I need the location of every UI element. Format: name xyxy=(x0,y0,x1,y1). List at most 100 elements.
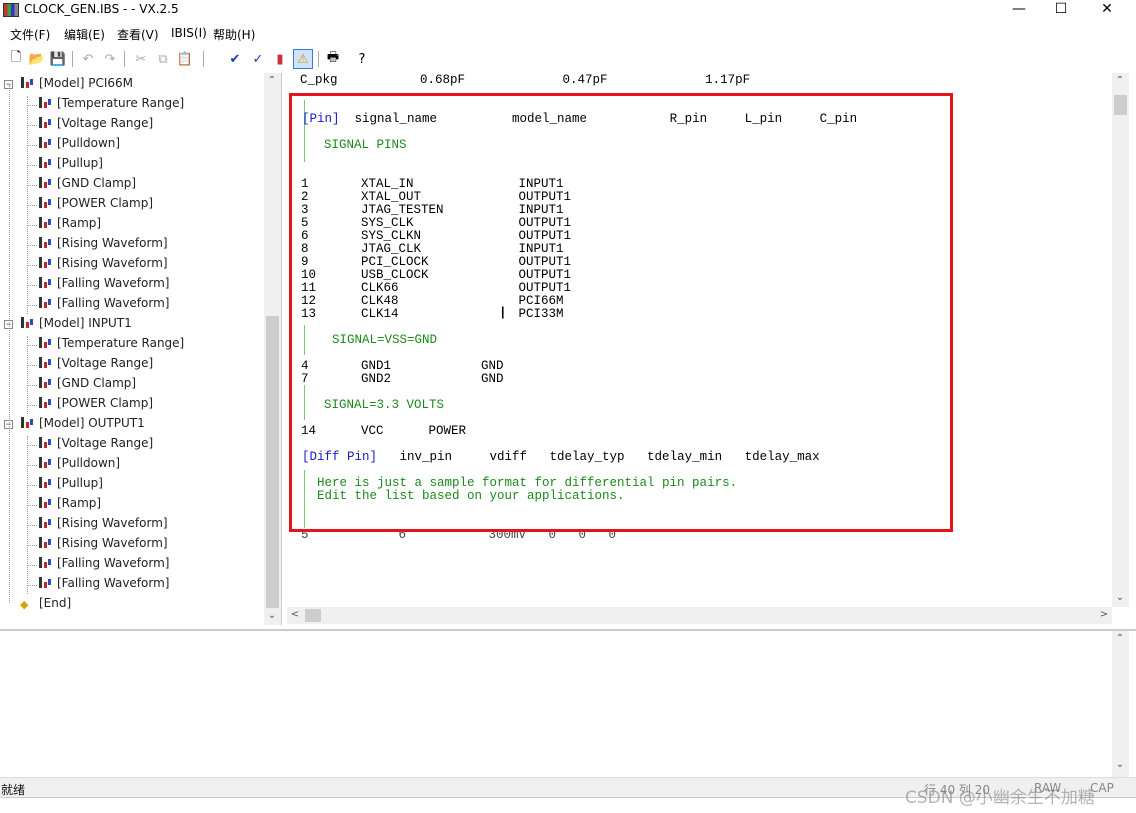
bar-chart-icon xyxy=(38,236,52,248)
scroll-down-icon[interactable]: ⌄ xyxy=(1112,759,1128,770)
tree-keyword-node[interactable]: [GND Clamp] xyxy=(38,376,136,394)
tree-scrollbar[interactable]: ⌃ ⌄ xyxy=(264,73,281,625)
bar-chart-icon xyxy=(38,276,52,288)
bar-chart-icon xyxy=(38,176,52,188)
tree-node-label: [Falling Waveform] xyxy=(57,296,170,310)
tree-keyword-node[interactable]: [Falling Waveform] xyxy=(38,576,169,594)
minimize-button[interactable]: — xyxy=(996,0,1042,22)
tree-keyword-node[interactable]: [Pullup] xyxy=(38,476,103,494)
tree-keyword-node[interactable]: [Pulldown] xyxy=(38,136,120,154)
check-icon[interactable]: ✓ xyxy=(248,49,268,69)
tree-keyword-node[interactable]: [Voltage Range] xyxy=(38,436,153,454)
warning-icon[interactable]: ⚠ xyxy=(293,49,313,69)
bar-chart-icon xyxy=(38,516,52,528)
tree-keyword-node[interactable]: [POWER Clamp] xyxy=(38,396,153,414)
tree-node-label: [Ramp] xyxy=(57,216,102,230)
tree-keyword-node[interactable]: [GND Clamp] xyxy=(38,176,136,194)
tree-node-label: [Falling Waveform] xyxy=(57,276,170,290)
menu-view[interactable]: 查看(V) xyxy=(117,26,159,43)
new-file-icon[interactable]: 🗋 xyxy=(6,49,26,69)
save-icon[interactable]: 💾 xyxy=(48,49,68,69)
tree-node-label: [Rising Waveform] xyxy=(57,236,168,250)
scroll-up-icon[interactable]: ⌃ xyxy=(264,75,280,86)
bar-chart-icon xyxy=(38,496,52,508)
bar-chart-icon xyxy=(38,456,52,468)
menu-help[interactable]: 帮助(H) xyxy=(213,26,255,43)
tree-keyword-node[interactable]: [POWER Clamp] xyxy=(38,196,153,214)
print-icon[interactable]: 🖶 xyxy=(323,49,343,69)
bar-chart-icon xyxy=(38,396,52,408)
output-scrollbar[interactable]: ⌃ ⌄ xyxy=(1112,631,1129,777)
tree-keyword-node[interactable]: [Falling Waveform] xyxy=(38,276,169,294)
tree-node-label: [Rising Waveform] xyxy=(57,256,168,270)
tree-keyword-node[interactable]: [Ramp] xyxy=(38,216,101,234)
tree-node-label: [Pullup] xyxy=(57,476,103,490)
editor-vscrollbar[interactable]: ⌃ ⌄ xyxy=(1112,73,1129,607)
cut-icon[interactable]: ✂ xyxy=(131,49,151,69)
tree-keyword-node[interactable]: [Pullup] xyxy=(38,156,103,174)
app-icon xyxy=(3,3,19,17)
tree-node-label: [Rising Waveform] xyxy=(57,536,168,550)
scroll-up-icon[interactable]: ⌃ xyxy=(1112,633,1128,644)
copy-icon[interactable]: ⧉ xyxy=(153,49,173,69)
tree-keyword-node[interactable]: [Voltage Range] xyxy=(38,356,153,374)
bar-chart-icon xyxy=(38,576,52,588)
tree-keyword-node[interactable]: [Temperature Range] xyxy=(38,336,184,354)
tree-keyword-node[interactable]: [Temperature Range] xyxy=(38,96,184,114)
check-all-icon[interactable]: ✔ xyxy=(225,49,245,69)
bar-chart-icon xyxy=(20,316,34,328)
bar-chart-icon xyxy=(38,116,52,128)
undo-icon[interactable]: ↶ xyxy=(78,49,98,69)
tree-model-node[interactable]: [Model] INPUT1 xyxy=(20,316,132,334)
bar-chart-icon xyxy=(38,356,52,368)
tree-scroll-thumb[interactable] xyxy=(266,316,279,608)
editor-vscroll-thumb[interactable] xyxy=(1114,95,1127,115)
scroll-right-icon[interactable]: > xyxy=(1096,609,1112,620)
end-marker-icon: ◆ xyxy=(20,598,29,611)
editor-hscroll-thumb[interactable] xyxy=(305,609,321,622)
bar-chart-icon xyxy=(38,556,52,568)
tree-keyword-node[interactable]: [Ramp] xyxy=(38,496,101,514)
tree-keyword-node[interactable]: [Falling Waveform] xyxy=(38,296,169,314)
close-button[interactable]: ✕ xyxy=(1084,0,1130,22)
chart-icon[interactable]: ▮ xyxy=(270,49,290,69)
tree-node-label: [POWER Clamp] xyxy=(57,396,154,410)
tree-keyword-node[interactable]: [Rising Waveform] xyxy=(38,236,168,254)
tree-keyword-node[interactable]: [Voltage Range] xyxy=(38,116,153,134)
tree-keyword-node[interactable]: [Falling Waveform] xyxy=(38,556,169,574)
tree-node-label: [Pulldown] xyxy=(57,136,121,150)
tree-model-node[interactable]: [Model] PCI66M xyxy=(20,76,133,94)
menu-edit[interactable]: 编辑(E) xyxy=(64,26,105,43)
editor-hscrollbar[interactable]: < > xyxy=(287,607,1112,624)
tree-model-node[interactable]: [Model] OUTPUT1 xyxy=(20,416,145,434)
tree-node-label: [GND Clamp] xyxy=(57,176,137,190)
toolbar: 🗋 📂 💾 ↶ ↷ ✂ ⧉ 📋 ✔ ✓ ▮ ⚠ 🖶 ? xyxy=(0,46,1136,72)
tree-keyword-node[interactable]: [Pulldown] xyxy=(38,456,120,474)
paste-icon[interactable]: 📋 xyxy=(175,49,195,69)
output-pane[interactable]: ⌃ ⌄ xyxy=(0,629,1136,777)
tree-keyword-node[interactable]: [Rising Waveform] xyxy=(38,536,168,554)
maximize-button[interactable]: ☐ xyxy=(1038,0,1084,22)
bar-chart-icon xyxy=(38,336,52,348)
scroll-left-icon[interactable]: < xyxy=(287,609,303,620)
scroll-down-icon[interactable]: ⌄ xyxy=(1112,592,1128,603)
bar-chart-icon xyxy=(38,256,52,268)
title-bar: CLOCK_GEN.IBS - - VX.2.5 — ☐ ✕ xyxy=(0,0,1136,22)
pkg-line: C_pkg 0.68pF 0.47pF 1.17pF xyxy=(300,73,751,87)
tree-keyword-node[interactable]: [Rising Waveform] xyxy=(38,516,168,534)
tree-node-label: [Temperature Range] xyxy=(57,336,185,350)
tree-node-label: [Ramp] xyxy=(57,496,102,510)
scroll-up-icon[interactable]: ⌃ xyxy=(1112,75,1128,86)
scroll-down-icon[interactable]: ⌄ xyxy=(264,610,280,621)
help-icon[interactable]: ? xyxy=(352,49,372,69)
menu-file[interactable]: 文件(F) xyxy=(10,26,50,43)
menu-ibis[interactable]: IBIS(I) xyxy=(171,26,207,40)
redo-icon[interactable]: ↷ xyxy=(100,49,120,69)
watermark: CSDN @小幽余生不加糖 xyxy=(905,788,1095,808)
tree-keyword-node[interactable]: [Rising Waveform] xyxy=(38,256,168,274)
tree-node-label: [Falling Waveform] xyxy=(57,556,170,570)
tree-node-label: [Pullup] xyxy=(57,156,103,170)
tree-model-node[interactable]: ◆ [End] xyxy=(20,596,71,614)
tree-node-label: [Model] OUTPUT1 xyxy=(39,416,145,430)
open-folder-icon[interactable]: 📂 xyxy=(27,49,47,69)
